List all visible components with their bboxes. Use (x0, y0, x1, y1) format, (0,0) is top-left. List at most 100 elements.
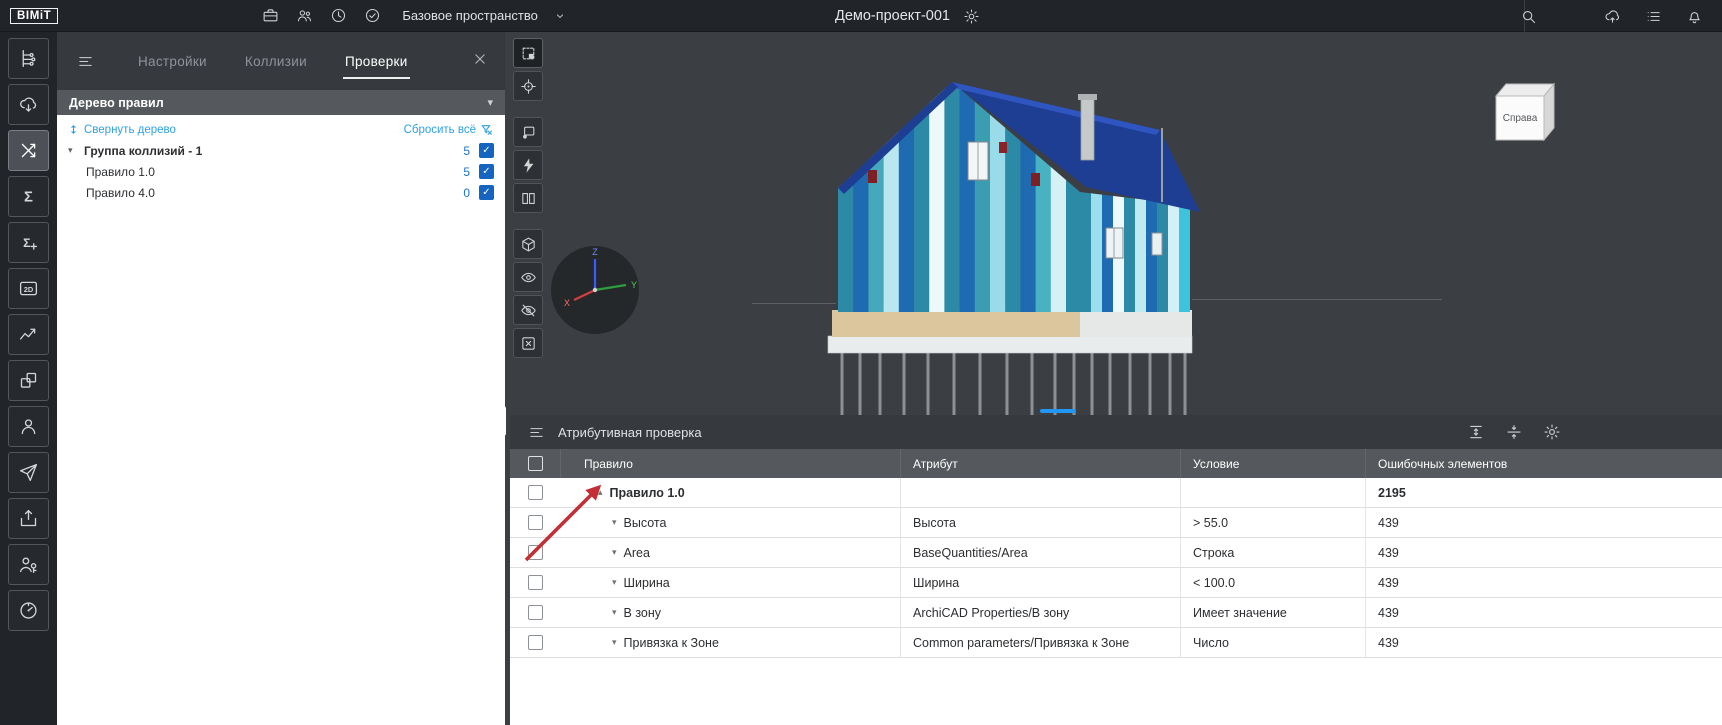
tab-Коллизии[interactable]: Коллизии (245, 32, 307, 90)
fit-height-icon[interactable] (1464, 420, 1488, 444)
view-2d-icon[interactable]: 2D (8, 268, 49, 309)
app-logo: BIMiT (10, 8, 58, 24)
table-row[interactable]: ▾ВысотаВысота> 55.0439 (510, 508, 1722, 538)
collapse-rows-icon[interactable] (1502, 420, 1526, 444)
table-row[interactable]: ▾Привязка к ЗонеCommon parameters/Привяз… (510, 628, 1722, 658)
tab-Проверки[interactable]: Проверки (345, 32, 408, 90)
eye-off-icon[interactable] (513, 295, 543, 325)
rules-tree-section-header[interactable]: Дерево правил ▾ (57, 90, 505, 115)
row-checkbox[interactable] (528, 575, 543, 590)
briefcase-icon[interactable] (258, 4, 282, 28)
rule-name: Высота (624, 516, 667, 530)
list-icon[interactable] (1641, 4, 1665, 28)
collapse-tree-link[interactable]: Свернуть дерево (67, 123, 176, 136)
row-checkbox[interactable] (528, 515, 543, 530)
export-icon[interactable] (8, 498, 49, 539)
collapse-caret-icon[interactable]: ▴ (598, 487, 603, 498)
lightning-icon[interactable] (513, 150, 543, 180)
condition-value: Число (1180, 628, 1365, 658)
panel-menu-icon[interactable] (524, 420, 548, 444)
tree-item[interactable]: Правило 1.05✓ (57, 161, 505, 182)
tree-item-count: 0 (463, 186, 470, 200)
check-graph-icon[interactable] (8, 314, 49, 355)
section-title: Дерево правил (69, 96, 164, 110)
eye-icon[interactable] (513, 262, 543, 292)
expand-caret-icon[interactable]: ▾ (612, 637, 617, 648)
search-icon[interactable] (1516, 4, 1540, 28)
navigation-cube[interactable]: Справа (1482, 70, 1562, 150)
gauge-icon[interactable] (8, 590, 49, 631)
chimney (1078, 94, 1097, 160)
table-group-row[interactable]: ▴Правило 1.02195 (510, 478, 1722, 508)
axis-gizmo[interactable]: Z Y X (548, 243, 643, 338)
select-all-checkbox[interactable] (528, 456, 543, 471)
section-icon[interactable] (513, 183, 543, 213)
attribute-value: Ширина (900, 568, 1180, 598)
area-select-icon[interactable] (513, 38, 543, 68)
panel-title: Атрибутивная проверка (558, 425, 702, 440)
workspace-label: Базовое пространство (402, 8, 538, 23)
sum-plus-icon[interactable]: Σ (8, 222, 49, 263)
table-settings-gear-icon[interactable] (1540, 420, 1564, 444)
workspace-selector[interactable]: Базовое пространство (396, 0, 578, 32)
publish-cloud-icon[interactable] (8, 84, 49, 125)
row-checkbox[interactable] (528, 545, 543, 560)
reset-all-link[interactable]: Сбросить всё (404, 123, 493, 136)
sum-icon[interactable]: Σ (8, 176, 49, 217)
expand-caret-icon[interactable]: ▾ (612, 517, 617, 528)
cube-icon[interactable] (513, 229, 543, 259)
tree-expand-caret-icon[interactable]: ▾ (68, 145, 84, 156)
ground-line (1192, 299, 1442, 300)
topbar-tools (258, 4, 384, 28)
model-structure-icon[interactable] (8, 38, 49, 79)
panel-menu-icon[interactable] (73, 49, 97, 73)
tree-item-checkbox[interactable]: ✓ (479, 143, 494, 158)
clear-box-icon[interactable] (513, 328, 543, 358)
collision-icon[interactable] (8, 130, 49, 171)
tree-item[interactable]: ▾Группа коллизий - 15✓ (57, 140, 505, 161)
expand-caret-icon[interactable]: ▾ (612, 577, 617, 588)
bottom-panel-resize-indicator[interactable] (1040, 409, 1076, 413)
table-row[interactable]: ▾В зонуArchiCAD Properties/В зонуИмеет з… (510, 598, 1722, 628)
left-panel: Настройки Коллизии Проверки Дерево правил … (57, 32, 505, 725)
rule-name: Привязка к Зоне (624, 636, 719, 650)
condition-value: Имеет значение (1180, 598, 1365, 628)
project-settings-gear-icon[interactable] (960, 4, 984, 28)
team-icon[interactable] (292, 4, 316, 28)
svg-text:Σ: Σ (24, 189, 33, 205)
sync-cloud-icon[interactable] (1600, 4, 1624, 28)
target-icon[interactable] (513, 71, 543, 101)
user-icon[interactable] (8, 406, 49, 447)
send-icon[interactable] (8, 452, 49, 493)
tab-Настройки[interactable]: Настройки (138, 32, 207, 90)
tree-item-checkbox[interactable]: ✓ (479, 185, 494, 200)
table-row[interactable]: ▾ШиринаШирина< 100.0439 (510, 568, 1722, 598)
orbit-icon[interactable] (513, 117, 543, 147)
side-toolbar: Σ Σ 2D (0, 32, 57, 725)
time-icon[interactable] (326, 4, 350, 28)
row-checkbox[interactable] (528, 485, 543, 500)
check-circle-icon[interactable] (360, 4, 384, 28)
tree-item-label: Правило 4.0 (86, 186, 155, 200)
expand-caret-icon[interactable]: ▾ (612, 547, 617, 558)
row-checkbox[interactable] (528, 635, 543, 650)
condition-value (1180, 478, 1365, 508)
error-count: 439 (1365, 598, 1722, 628)
panel-resize-handle[interactable] (501, 406, 506, 436)
panel-tabs: Настройки Коллизии Проверки (57, 32, 505, 90)
column-header: Ошибочных элементов (1365, 449, 1722, 478)
tree-item-checkbox[interactable]: ✓ (479, 164, 494, 179)
tree-item[interactable]: Правило 4.0 0 ✓ (57, 182, 505, 203)
table-row[interactable]: ▾AreaBaseQuantities/AreaСтрока439 (510, 538, 1722, 568)
row-checkbox[interactable] (528, 605, 543, 620)
access-user-icon[interactable] (8, 544, 49, 585)
topbar: BIMiT Базовое пространство Демо-проект-0… (0, 0, 1722, 32)
chevron-down-icon (548, 4, 572, 28)
notifications-bell-icon[interactable] (1682, 4, 1706, 28)
expand-caret-icon[interactable]: ▾ (612, 607, 617, 618)
table-body: ▴Правило 1.02195▾ВысотаВысота> 55.0439▾A… (510, 478, 1722, 725)
side-wall (1080, 190, 1190, 314)
plugins-icon[interactable] (8, 360, 49, 401)
close-icon[interactable] (471, 50, 489, 73)
floor-band (832, 310, 1080, 337)
